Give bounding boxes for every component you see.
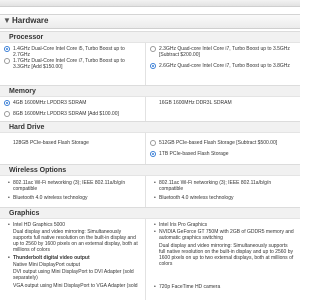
graphics-feature: Intel HD Graphics 5000 [8,222,141,228]
graphics-feature: Dual display and video mirroring: Simult… [159,243,294,267]
processor-section-title: Processor [0,31,300,43]
graphics-section-title: Graphics [0,207,300,219]
processor-option-label: 2.3GHz Quad-core Intel Core i7, Turbo Bo… [159,46,290,58]
graphics-feature: Thunderbolt digital video output [8,255,141,261]
hardware-header[interactable]: ▼ Hardware [0,14,300,29]
processor-radio-i7-2-3[interactable] [150,46,156,52]
hard-drive-radio-512gb[interactable] [150,140,156,146]
memory-section-title: Memory [0,85,300,97]
processor-option-label: 1.7GHz Dual-Core Intel Core i7, Turbo Bo… [13,58,125,70]
hard-drive-section-title: Hard Drive [0,121,300,133]
wireless-feature: 802.11ac Wi-Fi networking (3); IEEE 802.… [8,180,141,192]
wireless-feature: Bluetooth 4.0 wireless technology [8,195,141,201]
column-divider [145,176,146,207]
wireless-feature: 802.11ac Wi-Fi networking (3); IEEE 802.… [154,180,295,192]
column-divider [145,133,146,164]
column-divider [145,97,146,121]
processor-radio-i7-2-6[interactable] [150,63,156,69]
memory-static-16gb: 16GB 1600MHz DDR3L SDRAM [159,100,232,106]
wireless-feature: Bluetooth 4.0 wireless technology [154,195,295,201]
hard-drive-option-label: 512GB PCIe-based Flash Storage [Subtract… [159,140,278,146]
processor-option-label: 1.4GHz Dual-Core Intel Core i5, Turbo Bo… [13,46,125,58]
hard-drive-static-128gb: 128GB PCIe-based Flash Storage [13,140,89,146]
top-bar [0,0,300,7]
graphics-feature: DVI output using Mini DisplayPort to DVI… [13,269,134,281]
memory-radio-8gb[interactable] [4,111,10,117]
column-divider [145,43,146,85]
memory-radio-4gb[interactable] [4,100,10,106]
collapse-triangle-icon[interactable]: ▼ [3,16,11,25]
wireless-section-title: Wireless Options [0,164,300,176]
hardware-title: Hardware [12,16,49,25]
graphics-feature: VGA output using Mini DisplayPort to VGA… [13,283,138,289]
memory-option-label: 4GB 1600MHz LPDDR3 SDRAM [13,100,87,106]
column-divider [145,219,146,300]
graphics-feature: NVIDIA GeForce GT 750M with 2GB of GDDR5… [154,229,295,241]
processor-option-label: 2.6GHz Quad-core Intel Core i7, Turbo Bo… [159,63,290,69]
graphics-feature: Intel Iris Pro Graphics [154,222,295,228]
hard-drive-option-label: 1TB PCIe-based Flash Storage [159,151,229,157]
graphics-feature: Dual display and video mirroring: Simult… [13,229,138,253]
graphics-feature: Native Mini DisplayPort output [13,262,80,268]
processor-radio-i7-1-7[interactable] [4,58,10,64]
graphics-feature: 720p FaceTime HD camera [154,284,295,290]
processor-radio-i5-1-4[interactable] [4,46,10,52]
hard-drive-radio-1tb[interactable] [150,151,156,157]
memory-option-label: 8GB 1600MHz LPDDR3 SDRAM [Add $100.00] [13,111,119,117]
